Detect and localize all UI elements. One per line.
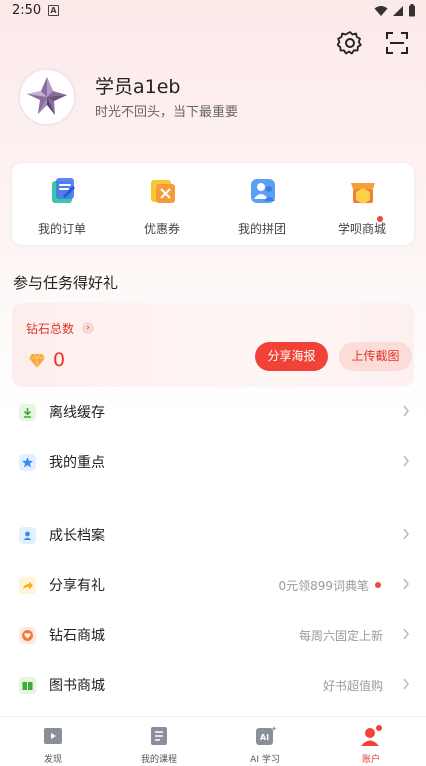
chevron-right-icon [403,455,409,467]
user-name[interactable]: 学员a1eb [95,72,180,99]
chevron-right-icon [403,578,409,590]
list-item-hint: 好书超值购 [322,679,383,693]
tab-label: AI 学习 [250,755,280,765]
quick-item-group-buy[interactable]: 我的拼团 [212,163,312,245]
quick-item-label: 我的拼团 [237,222,286,236]
signal-icon [393,5,403,16]
list-item-label: 钻石商城 [49,628,105,644]
book-icon [19,677,36,694]
quick-item-label: 学呗商城 [337,222,386,236]
ai-learning-icon: AI [256,726,277,745]
upload-screenshot-button[interactable]: 上传截图 [339,342,412,371]
battery-icon [409,4,415,17]
list-item-label: 图书商城 [49,678,105,694]
list-item-hint: 0元领899词典笔 [278,579,369,593]
tab-account[interactable]: 账户 [318,717,424,766]
diamond-card: 钻石总数 › 0 分享海报 上传截图 [12,303,414,387]
tab-ai-learning[interactable]: AI AI 学习 [212,717,318,766]
diamond-count: 0 [53,349,66,371]
quick-item-label: 我的订单 [37,222,86,236]
diamond-icon [29,353,45,368]
tab-label: 账户 [361,755,380,765]
list-item-my-highlights[interactable]: 我的重点 [0,437,426,487]
avatar[interactable] [18,68,76,126]
status-time: 2:50 [12,3,42,18]
section-title-tasks: 参与任务得好礼 [13,274,119,292]
share-icon [19,577,36,594]
heart-icon [19,627,36,644]
chevron-right-icon [403,405,409,417]
bottom-nav: 发现 我的课程 AI AI 学习 账户 [0,716,426,766]
list-item-label: 离线缓存 [49,405,105,421]
chevron-right-icon [403,528,409,540]
tab-my-courses[interactable]: 我的课程 [106,717,212,766]
quick-item-coupons[interactable]: 优惠券 [112,163,212,245]
list-item-diamond-mall[interactable]: 钻石商城 每周六固定上新 [0,610,426,660]
quick-item-orders[interactable]: 我的订单 [12,163,112,245]
status-icons [374,4,416,17]
list-item-share-rewards[interactable]: 分享有礼 0元领899词典笔 [0,560,426,610]
new-dot [375,582,381,588]
order-icon [52,178,75,203]
user-motto: 时光不回头，当下最重要 [95,105,239,120]
tab-label: 发现 [43,755,62,765]
gear-icon[interactable] [337,30,363,56]
diamond-total-label[interactable]: 钻石总数 [26,320,74,337]
quick-actions-card: 我的订单 优惠券 我的拼团 学呗商城 [12,163,414,245]
shop-icon [351,183,375,204]
quick-item-shop[interactable]: 学呗商城 [312,163,412,245]
list-item-hint: 每周六固定上新 [298,629,383,643]
list-item-offline-cache[interactable]: 离线缓存 [0,387,426,437]
chevron-right-icon [403,678,409,690]
chevron-right-icon[interactable]: › [82,322,94,334]
list-item-label: 成长档案 [49,528,105,544]
chevron-right-icon [403,628,409,640]
notification-icon: A [48,5,59,16]
list-item-book-mall[interactable]: 图书商城 好书超值购 [0,660,426,710]
new-dot [377,216,383,222]
wifi-icon [374,5,388,16]
avatar-image [20,70,74,124]
discover-icon [44,728,62,744]
list-item-growth-archive[interactable]: 成长档案 [0,510,426,560]
status-bar: 2:50 A [0,0,426,22]
star-icon [19,454,36,471]
svg-text:AI: AI [260,733,269,742]
coupon-icon [151,180,175,203]
account-icon [361,724,383,746]
quick-item-label: 优惠券 [143,222,180,236]
profile-card-icon [19,527,36,544]
scan-icon[interactable] [384,30,410,56]
group-buy-icon [251,179,275,203]
list-item-label: 分享有礼 [49,578,105,594]
list-item-label: 我的重点 [49,455,105,471]
tab-discover[interactable]: 发现 [0,717,106,766]
courses-icon [151,727,167,745]
tab-label: 我的课程 [140,755,177,765]
download-icon [19,404,36,421]
share-poster-button[interactable]: 分享海报 [255,342,328,371]
